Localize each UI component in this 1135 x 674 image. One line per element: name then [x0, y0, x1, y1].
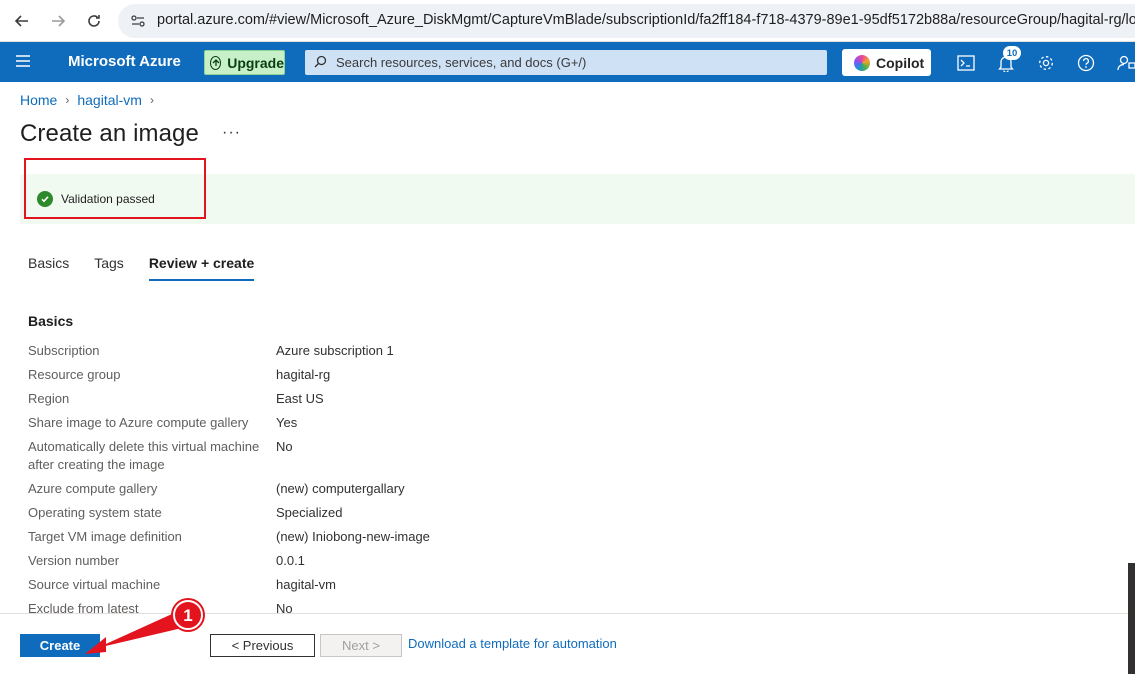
step-number: 1	[183, 606, 192, 625]
annotation-arrow-head	[85, 637, 106, 654]
annotation-overlay: 1	[85, 598, 205, 654]
annotation-arrow	[97, 614, 182, 648]
